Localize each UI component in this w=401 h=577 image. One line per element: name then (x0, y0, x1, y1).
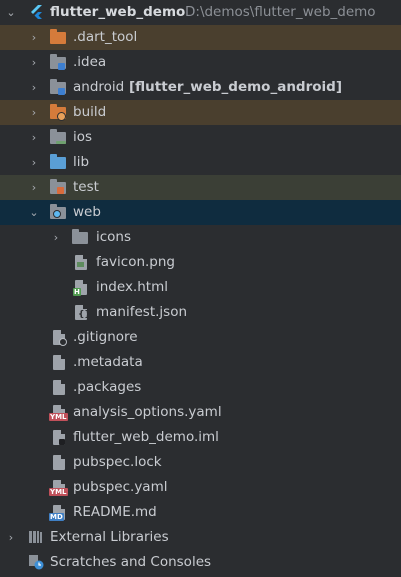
tree-item-label: web (73, 204, 101, 220)
tree-item-label: index.html (96, 279, 168, 295)
text-file-icon (53, 355, 65, 370)
tree-item[interactable]: › .idea (0, 50, 401, 75)
chevron-right-icon[interactable]: › (29, 181, 39, 194)
tree-item-label: .gitignore (73, 329, 138, 345)
tree-item[interactable]: › build (0, 100, 401, 125)
chevron-right-icon[interactable]: › (29, 106, 39, 119)
module-badge-icon (58, 63, 65, 70)
tree-item-label: .packages (73, 379, 142, 395)
text-file-icon (53, 380, 65, 395)
tree-item-label: pubspec.yaml (73, 479, 168, 495)
libraries-icon (29, 531, 42, 543)
folder-source-icon (50, 154, 66, 169)
tree-item-label: lib (73, 154, 90, 170)
markdown-badge: MD (49, 513, 64, 521)
chevron-down-icon[interactable]: ⌄ (29, 206, 39, 219)
tree-item[interactable]: › ios (0, 125, 401, 150)
tree-item[interactable]: › lib (0, 150, 401, 175)
yaml-badge: YML (49, 413, 68, 421)
yaml-badge: YML (49, 488, 68, 496)
folder-excluded-icon (50, 29, 66, 44)
tree-item-label: analysis_options.yaml (73, 404, 222, 420)
tree-item[interactable]: .packages (0, 375, 401, 400)
tree-item-external-libraries[interactable]: › External Libraries (0, 525, 401, 550)
text-file-icon (53, 455, 65, 470)
scratches-icon (29, 555, 44, 570)
tree-item-scratches[interactable]: Scratches and Consoles (0, 550, 401, 575)
tree-item-label: README.md (73, 504, 157, 520)
tree-item-label: android (73, 79, 125, 95)
gear-icon (57, 112, 66, 121)
tree-item-label: icons (96, 229, 132, 245)
flutter-icon (31, 5, 42, 19)
tree-item[interactable]: favicon.png (0, 250, 401, 275)
tree-item[interactable]: › icons (0, 225, 401, 250)
tree-item[interactable]: H index.html (0, 275, 401, 300)
project-path: D:\demos\flutter_web_demo (185, 4, 376, 20)
test-badge-icon (57, 187, 64, 194)
tree-root-flutter-web-demo[interactable]: ⌄ flutter_web_demo D:\demos\flutter_web_… (0, 0, 401, 25)
tree-item[interactable]: {} manifest.json (0, 300, 401, 325)
module-badge-icon (58, 88, 65, 95)
chevron-right-icon[interactable]: › (6, 531, 16, 544)
tree-item[interactable]: YML pubspec.yaml (0, 475, 401, 500)
tree-item[interactable]: .gitignore (0, 325, 401, 350)
tree-item[interactable]: pubspec.lock (0, 450, 401, 475)
image-badge-icon (77, 262, 84, 267)
tree-item-label: .metadata (73, 354, 143, 370)
tree-item-label: ios (73, 129, 93, 145)
dots-icon (56, 141, 66, 144)
tree-item[interactable]: › .dart_tool (0, 25, 401, 50)
project-tree: ⌄ flutter_web_demo D:\demos\flutter_web_… (0, 0, 401, 577)
tree-item[interactable]: MD README.md (0, 500, 401, 525)
tree-item-label: .idea (73, 54, 107, 70)
module-badge-icon (59, 439, 65, 445)
tree-item[interactable]: › test (0, 175, 401, 200)
chevron-right-icon[interactable]: › (51, 231, 61, 244)
web-badge-icon (53, 210, 61, 218)
tree-item-label: manifest.json (96, 304, 188, 320)
module-name: [flutter_web_demo_android] (129, 79, 342, 95)
tree-item[interactable]: flutter_web_demo.iml (0, 425, 401, 450)
tree-item-label: External Libraries (50, 529, 169, 545)
tree-item-selected[interactable]: ⌄ web (0, 200, 401, 225)
tree-item-label: Scratches and Consoles (50, 554, 212, 570)
tree-item-label: pubspec.lock (73, 454, 162, 470)
tree-item[interactable]: .metadata (0, 350, 401, 375)
tree-item-label: test (73, 179, 99, 195)
chevron-right-icon[interactable]: › (29, 56, 39, 69)
chevron-down-icon[interactable]: ⌄ (6, 6, 16, 19)
tree-item[interactable]: › android [flutter_web_demo_android] (0, 75, 401, 100)
tree-item-label: build (73, 104, 107, 120)
chevron-right-icon[interactable]: › (29, 156, 39, 169)
folder-icon (72, 229, 88, 244)
chevron-right-icon[interactable]: › (29, 31, 39, 44)
chevron-right-icon[interactable]: › (29, 131, 39, 144)
project-name: flutter_web_demo (50, 4, 186, 20)
tree-item-label: .dart_tool (73, 29, 138, 45)
tree-item-label: flutter_web_demo.iml (73, 429, 219, 445)
ignore-badge-icon (59, 338, 67, 346)
html-badge: H (73, 288, 81, 296)
tree-item-label: favicon.png (96, 254, 175, 270)
chevron-right-icon[interactable]: › (29, 81, 39, 94)
tree-item[interactable]: YML analysis_options.yaml (0, 400, 401, 425)
